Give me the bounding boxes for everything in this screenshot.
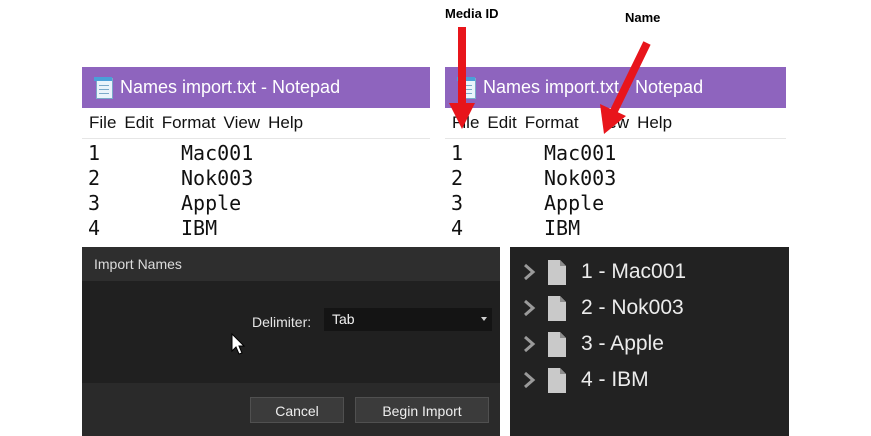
file-icon bbox=[548, 368, 566, 393]
cancel-button[interactable]: Cancel bbox=[250, 397, 344, 423]
dialog-title: Import Names bbox=[82, 247, 500, 281]
chevron-right-icon[interactable] bbox=[520, 329, 542, 359]
tree-item-label: 2 - Nok003 bbox=[581, 296, 684, 319]
begin-import-button[interactable]: Begin Import bbox=[355, 397, 489, 423]
tree-item[interactable]: 3 - Apple bbox=[510, 329, 664, 359]
tree-item-label: 4 - IBM bbox=[581, 368, 649, 391]
media-id-arrow-icon bbox=[449, 27, 475, 129]
chevron-down-icon bbox=[481, 317, 487, 321]
imported-names-tree: 1 - Mac001 2 - Nok003 3 - Apple 4 - IBM bbox=[510, 247, 789, 436]
file-icon bbox=[548, 296, 566, 321]
chevron-right-icon[interactable] bbox=[520, 365, 542, 395]
import-names-dialog: Import Names Delimiter: Tab Cancel Begin… bbox=[82, 247, 500, 436]
mouse-cursor-icon bbox=[231, 333, 246, 355]
file-icon bbox=[548, 260, 566, 285]
chevron-right-icon[interactable] bbox=[520, 257, 542, 287]
delimiter-select[interactable]: Tab bbox=[324, 308, 492, 331]
tree-item-label: 3 - Apple bbox=[581, 332, 664, 355]
tree-item[interactable]: 2 - Nok003 bbox=[510, 293, 684, 323]
delimiter-label: Delimiter: bbox=[252, 314, 312, 330]
file-icon bbox=[548, 332, 566, 357]
tree-item-label: 1 - Mac001 bbox=[581, 260, 687, 283]
name-arrow-icon bbox=[600, 41, 651, 134]
tree-item[interactable]: 1 - Mac001 bbox=[510, 257, 686, 287]
chevron-right-icon[interactable] bbox=[520, 293, 542, 323]
tree-item[interactable]: 4 - IBM bbox=[510, 365, 649, 395]
delimiter-value: Tab bbox=[332, 311, 355, 327]
